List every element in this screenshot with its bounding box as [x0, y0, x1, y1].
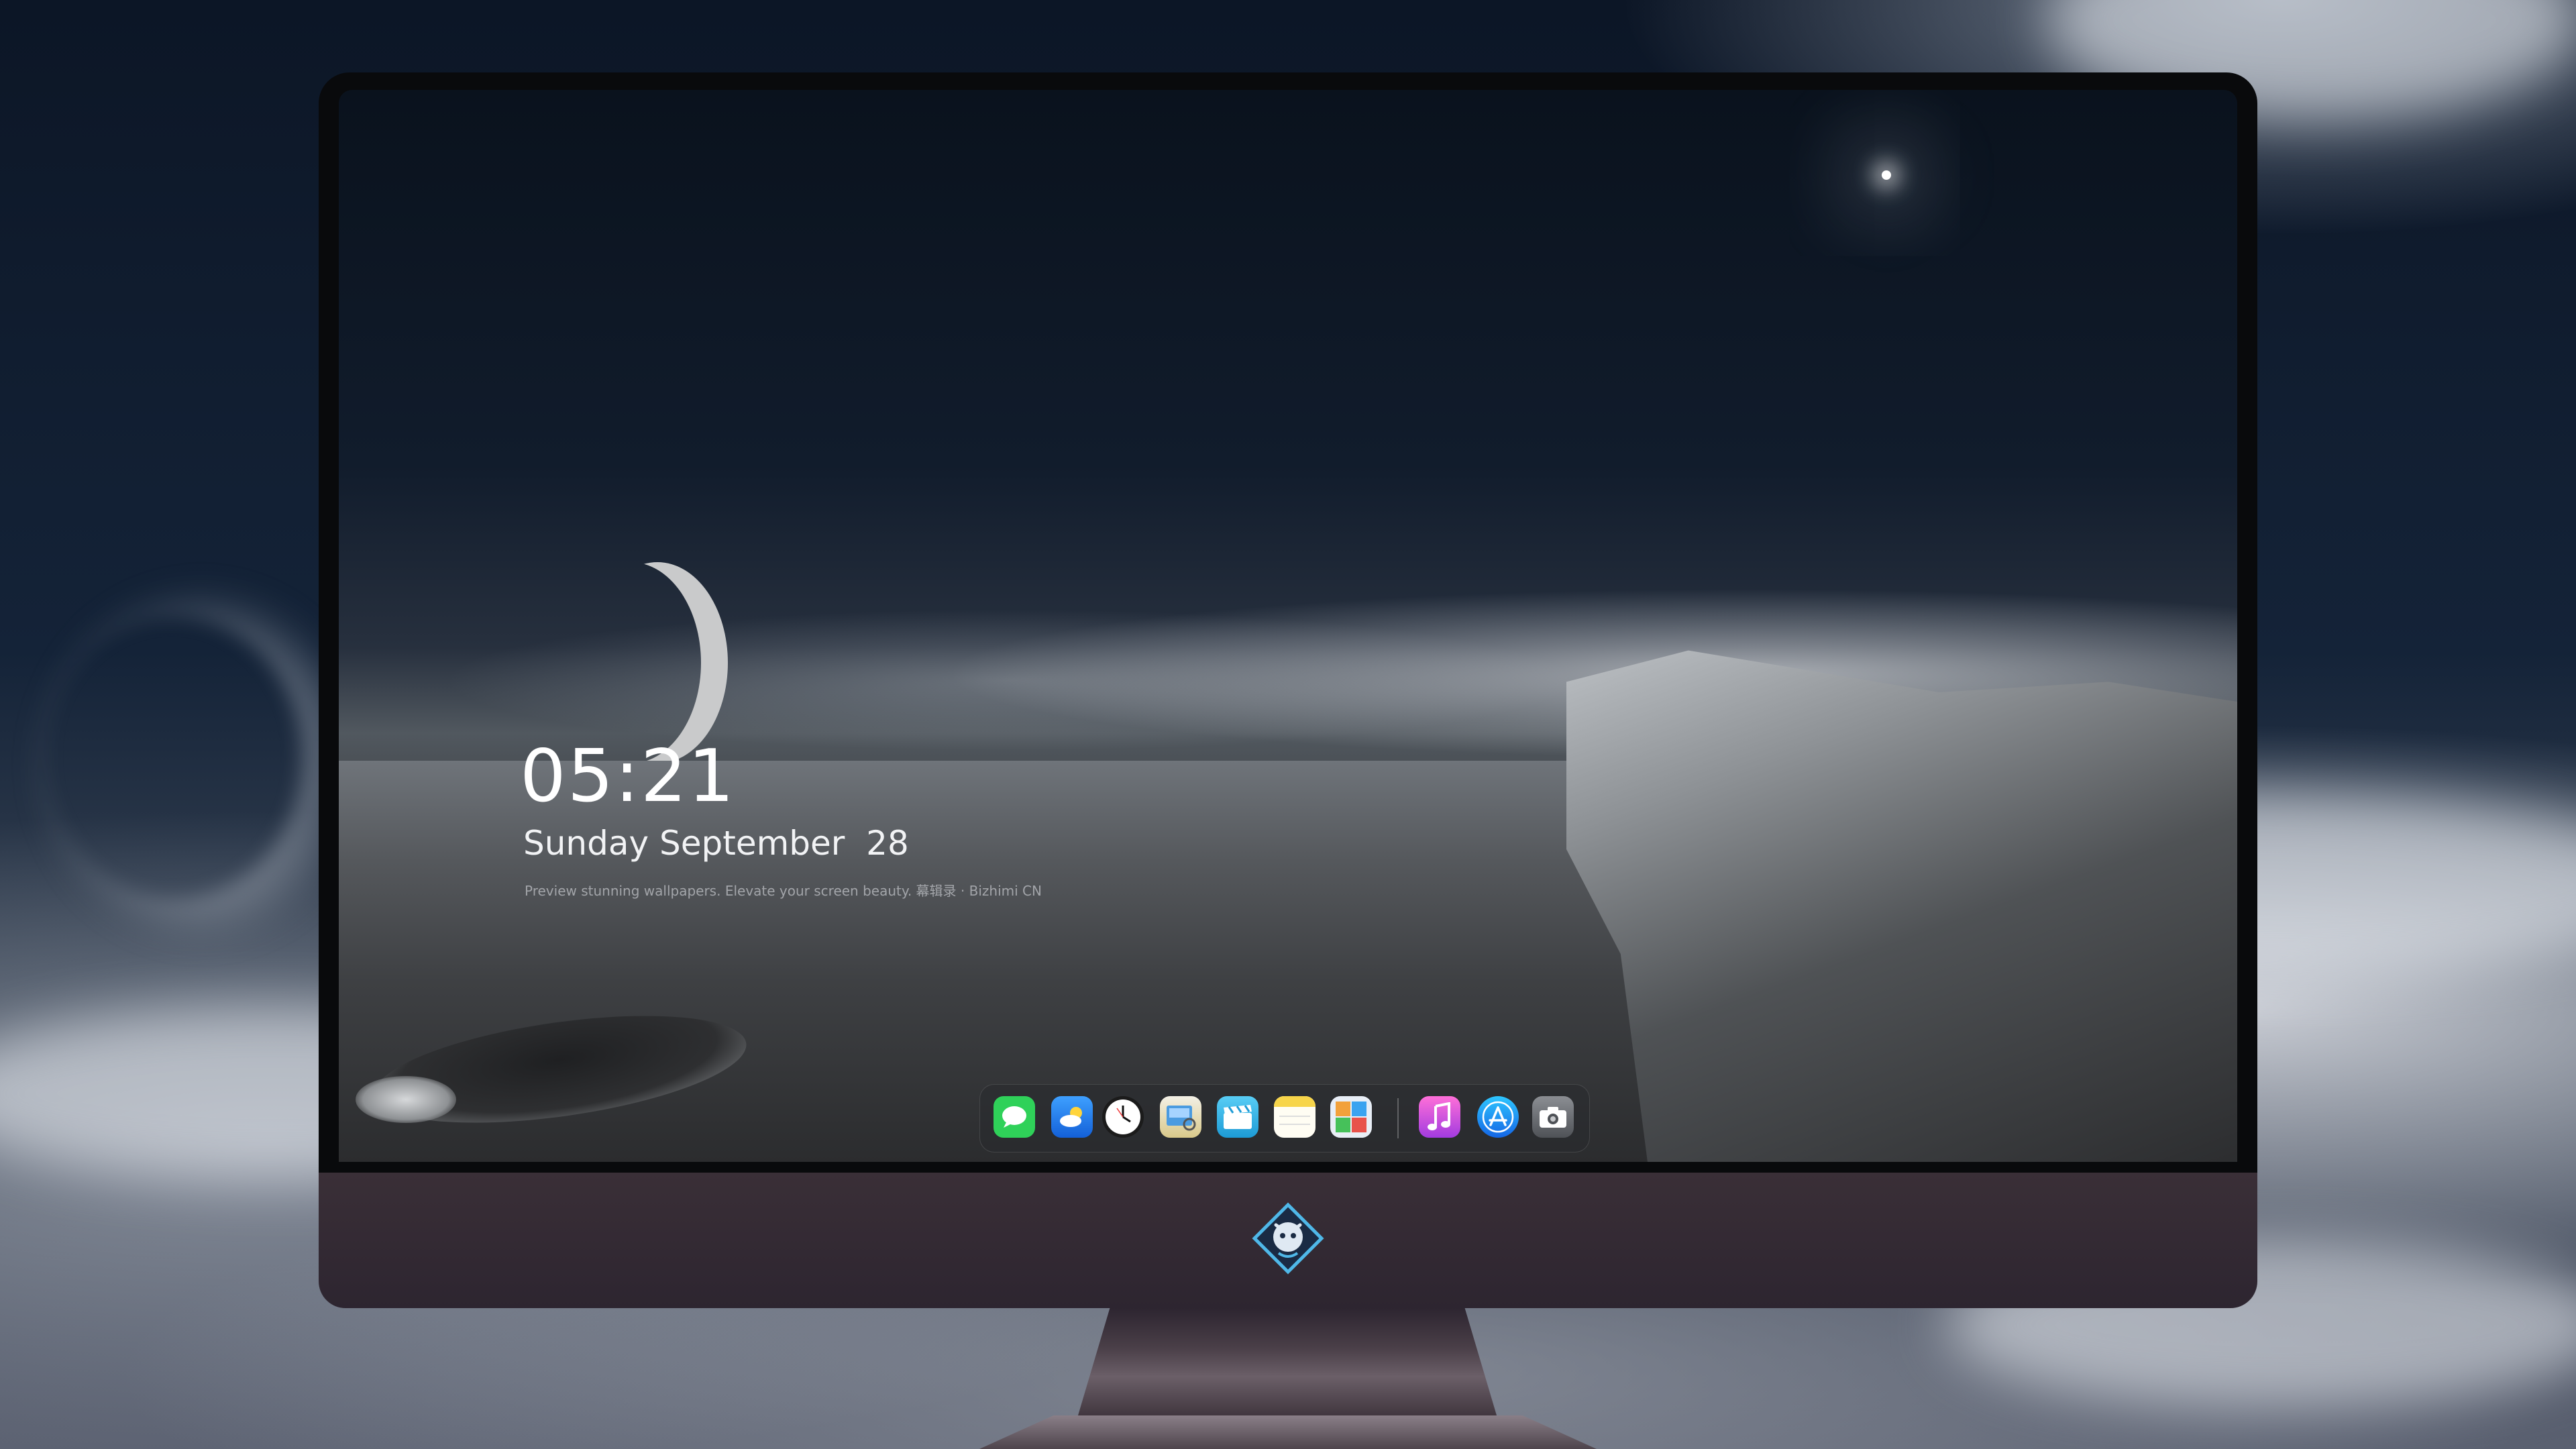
music-icon — [1428, 1102, 1450, 1130]
wallpaper-tagline: Preview stunning wallpapers. Elevate you… — [525, 883, 1042, 899]
clock-icon — [1106, 1099, 1140, 1134]
desktop-screen[interactable]: 05:21 Sunday September 28 Preview stunni… — [339, 90, 2237, 1162]
monitor-bezel: 05:21 Sunday September 28 Preview stunni… — [319, 72, 2257, 1173]
weather-icon — [1060, 1107, 1082, 1127]
monitor-stand-neck — [1076, 1308, 1499, 1422]
app-store-icon — [1482, 1101, 1514, 1133]
dock-item-notes[interactable] — [1274, 1096, 1316, 1138]
clips-icon — [1224, 1105, 1252, 1129]
dock-item-music[interactable] — [1419, 1096, 1460, 1138]
imac-monitor: 05:21 Sunday September 28 Preview stunni… — [319, 72, 2257, 1308]
brand-logo — [1252, 1202, 1324, 1275]
dock-item-weather[interactable] — [1051, 1096, 1093, 1138]
photo-booth-icon — [1336, 1102, 1366, 1132]
dock-item-preview[interactable] — [1160, 1096, 1201, 1138]
dock-item-photo-booth[interactable] — [1330, 1096, 1372, 1138]
distant-sun — [1882, 170, 1891, 180]
lock-screen-time: 05:21 — [520, 735, 736, 818]
notes-icon — [1274, 1096, 1316, 1125]
dock-item-app-store[interactable] — [1477, 1096, 1519, 1138]
messages-icon — [1002, 1106, 1026, 1128]
dock-item-screenshot[interactable] — [1532, 1096, 1574, 1138]
dock-item-clips[interactable] — [1217, 1096, 1258, 1138]
monitor-stand-foot — [979, 1415, 1597, 1449]
preview-icon — [1167, 1106, 1196, 1131]
blurred-moon — [47, 617, 302, 899]
crater-rim — [356, 1076, 456, 1123]
camera-icon — [1540, 1107, 1566, 1128]
dock-separator — [1397, 1098, 1399, 1138]
lock-screen-date: Sunday September 28 — [523, 824, 909, 863]
dock — [979, 1084, 1590, 1152]
dock-item-messages[interactable] — [994, 1096, 1035, 1138]
dock-item-clock[interactable] — [1102, 1096, 1144, 1138]
crescent-moon — [560, 562, 701, 763]
rock-ridge — [1566, 650, 2237, 1162]
